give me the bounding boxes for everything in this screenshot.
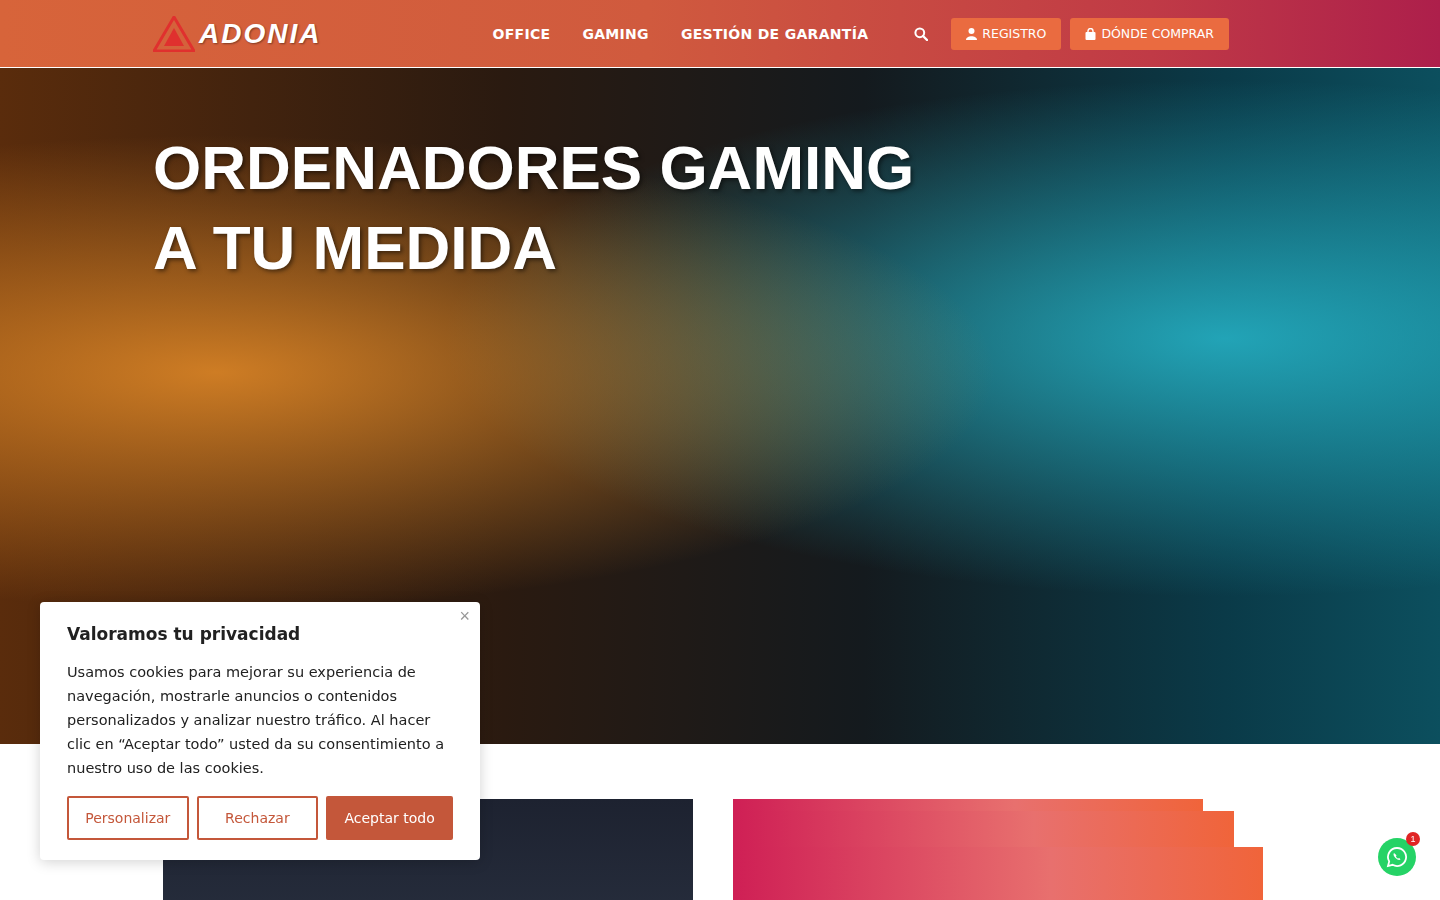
logo-text: ADONIA	[199, 18, 321, 50]
nav-link[interactable]: GAMING	[582, 26, 648, 42]
page: ADONIA OFFICE GAMING GESTIÓN DE GARANTÍA REG…	[0, 0, 1440, 900]
card-stripe	[733, 811, 1234, 847]
header-right: OFFICE GAMING GESTIÓN DE GARANTÍA REGISTRO D…	[493, 18, 1229, 50]
logo[interactable]: ADONIA	[153, 16, 321, 52]
nav-link[interactable]: OFFICE	[493, 26, 551, 42]
close-button[interactable]: ×	[455, 604, 474, 629]
main-nav: OFFICE GAMING GESTIÓN DE GARANTÍA	[493, 26, 869, 42]
card-stripe	[733, 799, 1203, 811]
cookie-button[interactable]: Aceptar todo	[326, 796, 453, 840]
header-inner: ADONIA OFFICE GAMING GESTIÓN DE GARANTÍA REG…	[153, 16, 1229, 52]
hero-title-line: A TU MEDIDA	[153, 208, 1440, 288]
whatsapp-icon	[1386, 846, 1408, 868]
user-icon	[966, 28, 977, 40]
cookie-buttons: PersonalizarRechazarAceptar todo	[67, 796, 453, 840]
cookie-button[interactable]: Rechazar	[197, 796, 319, 840]
hero-title: ORDENADORES GAMINGA TU MEDIDA	[153, 128, 1440, 288]
bag-icon	[1085, 28, 1096, 40]
cookie-text: Usamos cookies para mejorar su experienc…	[67, 660, 453, 780]
where-to-buy-button[interactable]: DÓNDE COMPRAR	[1070, 18, 1229, 50]
gradient-card	[733, 799, 1263, 900]
register-button[interactable]: REGISTRO	[951, 18, 1061, 50]
search-button[interactable]	[910, 23, 932, 45]
cookie-title: Valoramos tu privacidad	[67, 624, 453, 644]
cookie-banner: ×Valoramos tu privacidad Usamos cookies p…	[40, 602, 480, 860]
logo-triangle-icon	[153, 16, 195, 52]
notification-badge: 1	[1406, 832, 1420, 846]
whatsapp-button[interactable]: 1	[1378, 838, 1416, 876]
search-icon	[914, 27, 928, 41]
header: ADONIA OFFICE GAMING GESTIÓN DE GARANTÍA REG…	[0, 0, 1440, 68]
cookie-button[interactable]: Personalizar	[67, 796, 189, 840]
card-stripe	[733, 847, 1263, 900]
nav-link[interactable]: GESTIÓN DE GARANTÍA	[681, 26, 868, 42]
hero-title-line: ORDENADORES GAMING	[153, 128, 1440, 208]
